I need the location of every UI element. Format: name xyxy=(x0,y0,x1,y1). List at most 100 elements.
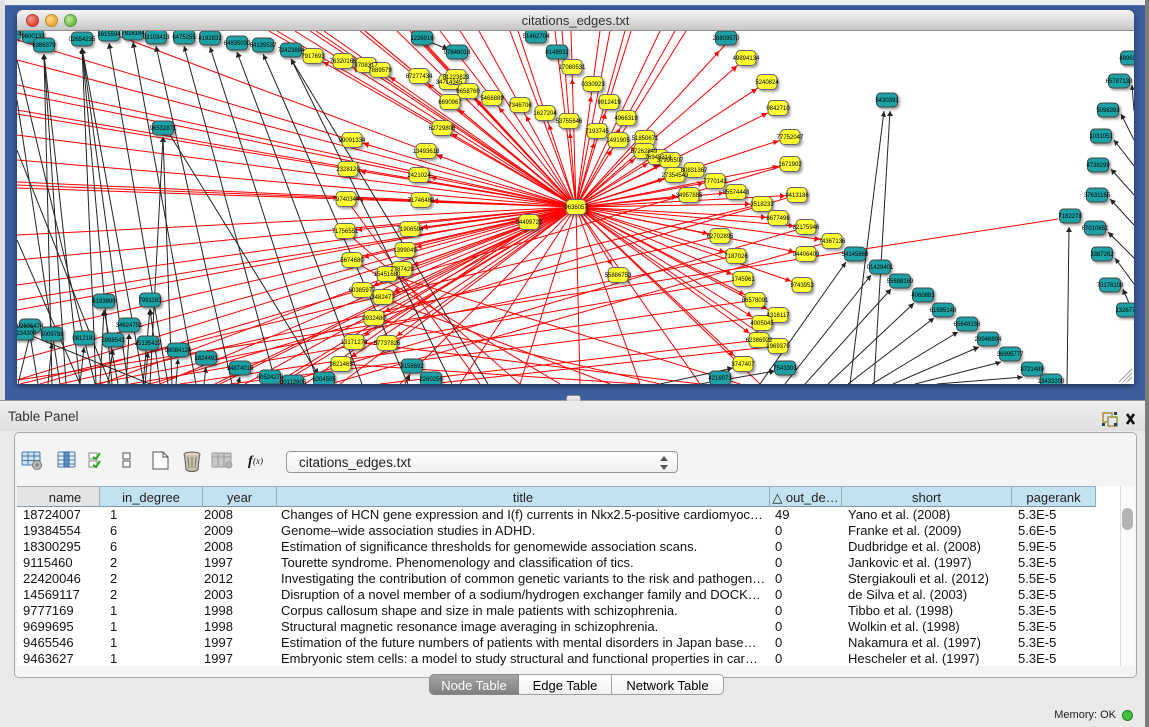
svg-text:1615594: 1615594 xyxy=(97,32,121,38)
svg-text:7187026: 7187026 xyxy=(724,254,748,260)
svg-text:17080531: 17080531 xyxy=(559,65,586,71)
svg-text:67010651: 67010651 xyxy=(1082,226,1109,232)
svg-text:6690967: 6690967 xyxy=(438,100,462,106)
svg-text:94406409: 94406409 xyxy=(793,252,820,258)
svg-text:36995777: 36995777 xyxy=(997,352,1024,358)
svg-text:3158692: 3158692 xyxy=(400,364,424,370)
svg-text:65787133: 65787133 xyxy=(1106,79,1133,85)
svg-text:3518233: 3518233 xyxy=(750,202,774,208)
svg-text:99091334: 99091334 xyxy=(339,138,366,144)
svg-text:8386379: 8386379 xyxy=(32,43,56,49)
svg-text:96532871: 96532871 xyxy=(150,126,177,132)
svg-text:(x): (x) xyxy=(253,456,263,466)
svg-text:85574443: 85574443 xyxy=(723,190,750,196)
svg-text:37996507: 37996507 xyxy=(657,158,684,164)
svg-text:98084124: 98084124 xyxy=(165,348,192,354)
svg-text:1491905: 1491905 xyxy=(606,138,630,144)
svg-text:3387262: 3387262 xyxy=(1090,252,1114,258)
svg-text:51462704: 51462704 xyxy=(523,34,550,40)
svg-text:9743953: 9743953 xyxy=(790,283,814,289)
svg-text:9413186: 9413186 xyxy=(785,193,809,199)
svg-text:77752047: 77752047 xyxy=(777,135,804,141)
svg-text:25135427: 25135427 xyxy=(135,341,162,347)
svg-text:53755646: 53755646 xyxy=(556,119,583,125)
svg-text:87277434: 87277434 xyxy=(406,74,433,80)
svg-text:9912419: 9912419 xyxy=(597,100,621,106)
svg-text:7543303: 7543303 xyxy=(773,366,797,372)
svg-text:0932480: 0932480 xyxy=(362,316,386,322)
svg-text:13433200: 13433200 xyxy=(1038,379,1065,384)
svg-text:0842710: 0842710 xyxy=(766,106,790,112)
svg-text:61595148: 61595148 xyxy=(930,308,957,314)
svg-text:7917693: 7917693 xyxy=(301,54,325,60)
svg-text:4192832: 4192832 xyxy=(198,36,222,42)
svg-text:34874016: 34874016 xyxy=(227,366,254,372)
svg-text:1226916: 1226916 xyxy=(410,36,434,42)
svg-text:80112805: 80112805 xyxy=(280,380,307,384)
svg-text:4316117: 4316117 xyxy=(767,313,791,319)
svg-text:15451680: 15451680 xyxy=(374,272,401,278)
svg-text:9821465: 9821465 xyxy=(329,362,353,368)
svg-text:01429401: 01429401 xyxy=(867,265,894,271)
svg-text:74367136: 74367136 xyxy=(819,239,846,245)
svg-text:71756551: 71756551 xyxy=(332,229,359,235)
svg-text:86578091: 86578091 xyxy=(742,298,769,304)
svg-text:51850671: 51850671 xyxy=(632,136,659,142)
svg-text:97848018: 97848018 xyxy=(444,50,471,56)
svg-text:0330923: 0330923 xyxy=(581,82,605,88)
svg-text:4216073: 4216073 xyxy=(708,376,732,382)
svg-text:62729806: 62729806 xyxy=(429,126,456,132)
svg-text:55886753: 55886753 xyxy=(605,273,632,279)
svg-text:60385977: 60385977 xyxy=(349,288,376,294)
svg-text:79740344: 79740344 xyxy=(333,197,360,203)
svg-text:8677496: 8677496 xyxy=(766,216,790,222)
svg-text:7770143: 7770143 xyxy=(703,179,727,185)
svg-text:4966319: 4966319 xyxy=(614,116,638,122)
svg-text:0812191: 0812191 xyxy=(72,336,96,342)
svg-text:34624751: 34624751 xyxy=(116,323,143,329)
svg-text:13493618: 13493618 xyxy=(413,149,440,155)
svg-text:37631165: 37631165 xyxy=(1084,193,1111,199)
svg-text:3482477: 3482477 xyxy=(371,295,395,301)
svg-text:73178108: 73178108 xyxy=(1097,283,1124,289)
svg-text:9636057: 9636057 xyxy=(564,205,588,211)
svg-text:2328120: 2328120 xyxy=(336,167,360,173)
svg-text:64139537: 64139537 xyxy=(250,43,277,49)
svg-text:87234309: 87234309 xyxy=(17,331,37,337)
svg-text:13171274: 13171274 xyxy=(341,340,368,346)
svg-text:6193990: 6193990 xyxy=(92,299,116,305)
svg-text:8721489: 8721489 xyxy=(1020,367,1044,373)
svg-text:4005045: 4005045 xyxy=(750,321,774,327)
svg-text:5009788: 5009788 xyxy=(40,332,64,338)
svg-text:7346706: 7346706 xyxy=(508,103,532,109)
svg-text:7991183: 7991183 xyxy=(139,298,163,304)
svg-text:6475255: 6475255 xyxy=(172,35,196,41)
svg-text:5430391: 5430391 xyxy=(875,98,899,104)
svg-text:82175946: 82175946 xyxy=(793,225,820,231)
svg-text:80831367: 80831367 xyxy=(681,168,708,174)
svg-text:1627204: 1627204 xyxy=(533,111,557,117)
svg-text:1745961: 1745961 xyxy=(731,277,755,283)
svg-text:4060883: 4060883 xyxy=(911,293,935,299)
svg-text:76320163: 76320163 xyxy=(330,59,357,65)
svg-text:54145868: 54145868 xyxy=(842,252,869,258)
svg-text:6204505: 6204505 xyxy=(312,377,336,383)
svg-text:04499727: 04499727 xyxy=(516,220,543,226)
svg-text:5240824: 5240824 xyxy=(755,80,779,86)
svg-text:02654235: 02654235 xyxy=(69,37,96,43)
svg-text:4738299: 4738299 xyxy=(1086,163,1110,169)
svg-text:7182278: 7182278 xyxy=(1058,214,1082,220)
svg-text:6998543: 6998543 xyxy=(101,338,125,344)
svg-text:1824493: 1824493 xyxy=(194,356,218,362)
svg-text:28809570: 28809570 xyxy=(713,36,740,42)
svg-text:64835030: 64835030 xyxy=(224,41,251,47)
svg-text:7889579: 7889579 xyxy=(368,68,392,74)
svg-text:67737826: 67737826 xyxy=(374,341,401,347)
svg-text:1671902: 1671902 xyxy=(778,162,802,168)
svg-text:34957885: 34957885 xyxy=(676,193,703,199)
svg-text:93103413: 93103413 xyxy=(143,35,170,41)
svg-text:29946804: 29946804 xyxy=(975,337,1002,343)
svg-text:2260256: 2260256 xyxy=(419,377,443,383)
svg-text:55698169: 55698169 xyxy=(887,279,914,285)
svg-text:9600133: 9600133 xyxy=(21,34,45,40)
